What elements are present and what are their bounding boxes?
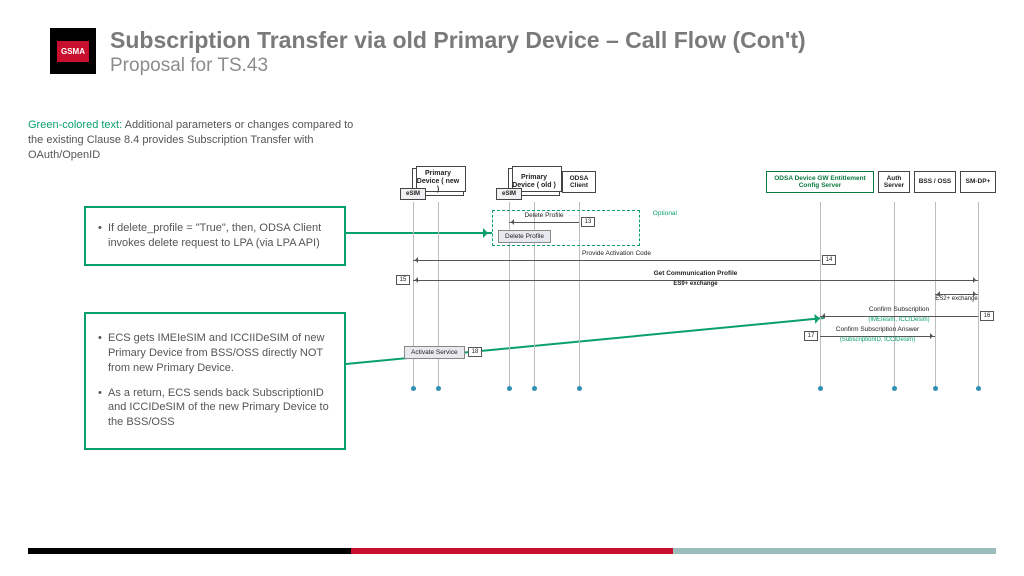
- msg-17-sub: (SubscriptionID, ICCIDesim): [820, 337, 935, 343]
- msg-es2plus-label: ES2+ exchange: [935, 296, 978, 302]
- msg-16: Confirm Subscription (IMEIesim, ICCIDesi…: [820, 316, 978, 317]
- callout-ecs-details: ECS gets IMEIeSIM and ICCIIDeSIM of new …: [84, 312, 346, 450]
- slide-header: GSMA Subscription Transfer via old Prima…: [50, 28, 984, 77]
- lifeline-odsa-gw: [820, 202, 821, 388]
- esim-new: eSIM: [400, 188, 426, 200]
- msg-17-label: Confirm Subscription Answer: [820, 326, 935, 333]
- msg-14-label: Provide Activation Code: [413, 250, 820, 257]
- msg-16-label: Confirm Subscription: [820, 306, 978, 313]
- msg-14-num: 14: [822, 255, 836, 265]
- callout-delete-profile: If delete_profile = "True", then, ODSA C…: [84, 206, 346, 266]
- footer-bar-teal: [673, 548, 996, 554]
- sequence-diagram: Primary Device ( new ) eSIM Primary Devi…: [376, 168, 994, 388]
- msg-13-num: 13: [581, 217, 595, 227]
- footer-bar-red: [351, 548, 674, 554]
- footer-color-bar: [28, 548, 996, 554]
- optional-label: Optional: [653, 210, 677, 217]
- msg-17: Confirm Subscription Answer (Subscriptio…: [820, 336, 935, 337]
- action-delete-profile: Delete Profile: [498, 230, 551, 243]
- page-subtitle: Proposal for TS.43: [110, 55, 984, 77]
- page-title: Subscription Transfer via old Primary De…: [110, 28, 984, 53]
- gsma-logo-mark: GSMA: [57, 41, 89, 62]
- msg-16-sub: (IMEIesim, ICCIDesim): [820, 317, 978, 323]
- msg-13: Delete Profile: [509, 222, 579, 223]
- participant-auth-server: Auth Server: [878, 171, 910, 193]
- legend-note: Green-colored text: Additional parameter…: [28, 118, 368, 163]
- participant-bss-oss: BSS / OSS: [914, 171, 956, 193]
- lifeline-new-device: [438, 202, 439, 388]
- msg-15-label: Get Communication Profile: [413, 270, 978, 277]
- msg-14: Provide Activation Code: [413, 260, 820, 261]
- msg-15-sub: ES9+ exchange: [413, 281, 978, 287]
- callout1-item: If delete_profile = "True", then, ODSA C…: [98, 221, 332, 251]
- esim-old: eSIM: [496, 188, 522, 200]
- callout2-item-0: ECS gets IMEIeSIM and ICCIIDeSIM of new …: [98, 331, 332, 376]
- action-activate-service: Activate Service: [404, 346, 465, 359]
- msg-15: Get Communication Profile ES9+ exchange: [413, 280, 978, 281]
- participant-sm-dp: SM-DP+: [960, 171, 996, 193]
- lifeline-new-esim: [413, 202, 414, 388]
- msg-es2plus: ES2+ exchange: [935, 294, 978, 295]
- lifeline-auth: [894, 202, 895, 388]
- msg-15-num: 15: [396, 275, 410, 285]
- msg-17-num: 17: [804, 331, 818, 341]
- gsma-logo: GSMA: [50, 28, 96, 74]
- participant-odsa-gw: ODSA Device GW Entitlement Config Server: [766, 171, 874, 193]
- participant-odsa-client: ODSA Client: [562, 171, 596, 193]
- callout2-item-1: As a return, ECS sends back Subscription…: [98, 386, 332, 431]
- msg-16-num: 16: [980, 311, 994, 321]
- legend-prefix: Green-colored text:: [28, 119, 122, 131]
- msg-18-num: 18: [468, 347, 482, 357]
- footer-bar-black: [28, 548, 351, 554]
- msg-13-label: Delete Profile: [509, 212, 579, 219]
- titles: Subscription Transfer via old Primary De…: [110, 28, 984, 77]
